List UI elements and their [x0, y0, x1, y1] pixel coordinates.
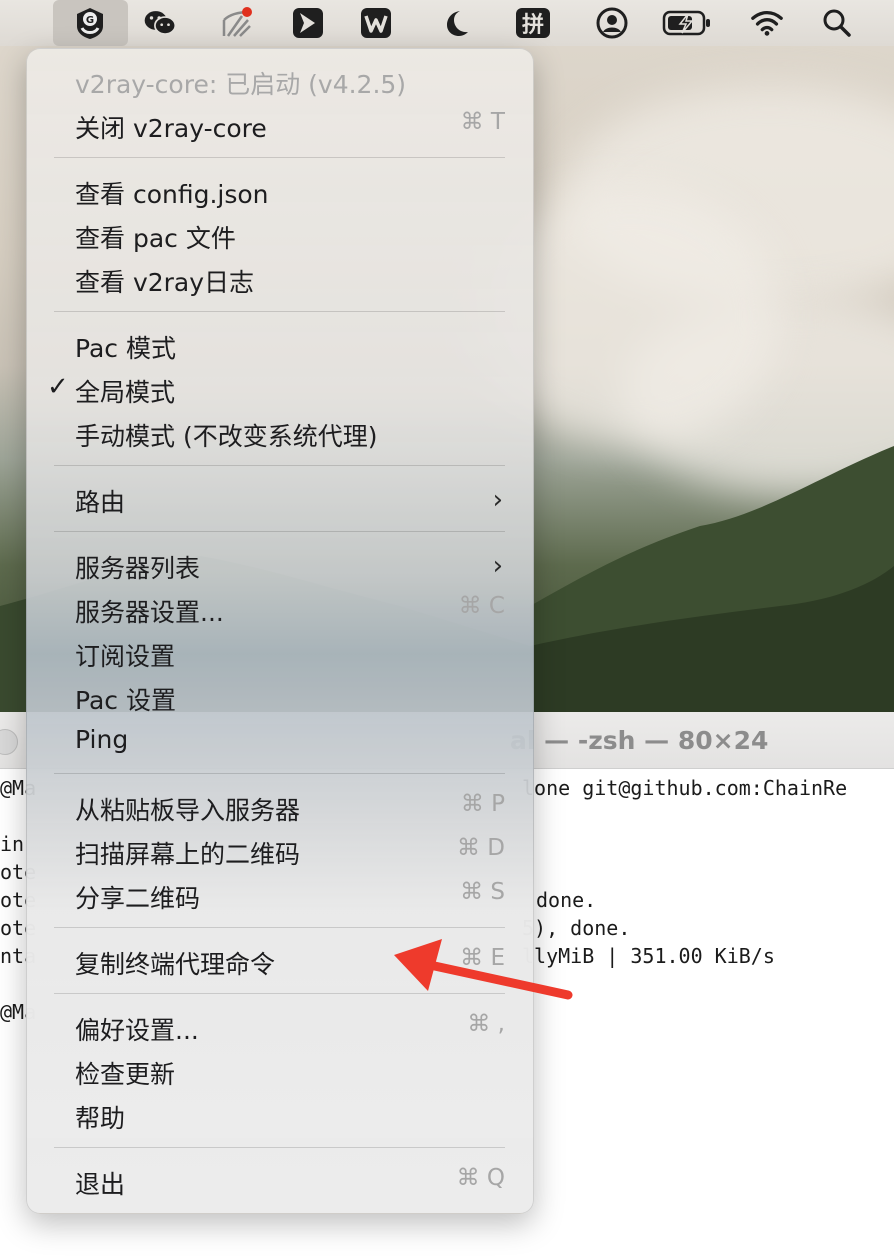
- v2rayu-status-menu: v2ray-core: 已启动 (v4.2.5) 关闭 v2ray-core ⌘…: [26, 48, 534, 1214]
- menu-item-label: 服务器列表: [75, 554, 201, 583]
- menu-item-label: 复制终端代理命令: [75, 950, 276, 979]
- menu-item-ping[interactable]: Ping: [27, 721, 533, 765]
- menu-item-label: 服务器设置...: [75, 598, 224, 627]
- menu-item-label: Pac 模式: [75, 334, 176, 363]
- menu-item-label: 手动模式 (不改变系统代理): [75, 422, 378, 451]
- menu-item-label: 从粘贴板导入服务器: [75, 796, 301, 825]
- menu-shortcut: ⌘ ,: [467, 1011, 505, 1037]
- search-icon[interactable]: [820, 6, 854, 40]
- network-icon[interactable]: [220, 6, 254, 40]
- menu-item-label: 扫描屏幕上的二维码: [75, 840, 301, 869]
- menu-bar: G 拼: [0, 0, 894, 46]
- v2rayu-icon[interactable]: G: [73, 6, 107, 40]
- menu-item-check-updates[interactable]: 检查更新: [27, 1051, 533, 1095]
- menu-separator: [54, 773, 505, 774]
- moon-icon[interactable]: [438, 6, 472, 40]
- menu-item-label: 订阅设置: [75, 642, 176, 671]
- menu-item-routing[interactable]: 路由 ›: [27, 479, 533, 523]
- menu-shortcut: ⌘ Q: [456, 1165, 505, 1191]
- menu-item-label: 分享二维码: [75, 884, 201, 913]
- menu-item-label: 检查更新: [75, 1060, 176, 1089]
- menu-item-view-pac[interactable]: 查看 pac 文件: [27, 215, 533, 259]
- annotation-arrow-icon: [394, 939, 573, 1000]
- chevron-right-icon: ›: [492, 485, 503, 515]
- menu-item-label: Ping: [75, 725, 129, 754]
- menu-item-help[interactable]: 帮助: [27, 1095, 533, 1139]
- menu-item-global-mode[interactable]: ✓ 全局模式: [27, 369, 533, 413]
- menu-shortcut: ⌘ T: [460, 109, 505, 135]
- checkmark-icon: ✓: [47, 372, 69, 402]
- menu-separator: [54, 311, 505, 312]
- menu-separator: [54, 1147, 505, 1148]
- menu-shortcut: ⌘ C: [458, 593, 505, 619]
- wechat-icon[interactable]: [143, 6, 177, 40]
- feishu-icon[interactable]: [291, 6, 325, 40]
- user-icon[interactable]: [595, 6, 629, 40]
- menu-shortcut: ⌘ P: [460, 791, 505, 817]
- menu-item-import-from-clipboard[interactable]: 从粘贴板导入服务器 ⌘ P: [27, 787, 533, 831]
- menu-item-quit[interactable]: 退出 ⌘ Q: [27, 1161, 533, 1205]
- svg-text:G: G: [86, 15, 94, 26]
- chevron-right-icon: ›: [492, 551, 503, 581]
- menu-item-label: 查看 config.json: [75, 180, 269, 209]
- input-method-icon[interactable]: 拼: [516, 6, 550, 40]
- menu-separator: [54, 927, 505, 928]
- menu-item-label: 关闭 v2ray-core: [75, 114, 267, 143]
- terminal-line: in: [0, 832, 25, 856]
- menu-item-label: 查看 v2ray日志: [75, 268, 255, 297]
- terminal-line: done.: [536, 888, 597, 912]
- window-close-button[interactable]: [0, 729, 18, 755]
- menu-item-label: 偏好设置...: [75, 1016, 199, 1045]
- terminal-title: al — -zsh — 80×24: [510, 726, 769, 755]
- menu-shortcut: ⌘ S: [460, 879, 505, 905]
- menu-item-subscription-settings[interactable]: 订阅设置: [27, 633, 533, 677]
- menu-separator: [54, 465, 505, 466]
- wifi-icon[interactable]: [750, 6, 784, 40]
- menu-item-scan-qr[interactable]: 扫描屏幕上的二维码 ⌘ D: [27, 831, 533, 875]
- wps-icon[interactable]: [359, 6, 393, 40]
- menu-item-label: 帮助: [75, 1104, 126, 1133]
- input-method-label: 拼: [516, 8, 550, 38]
- menu-item-label: 全局模式: [75, 378, 176, 407]
- menu-item-pac-mode[interactable]: Pac 模式: [27, 325, 533, 369]
- menu-item-preferences[interactable]: 偏好设置... ⌘ ,: [27, 1007, 533, 1051]
- menu-item-view-log[interactable]: 查看 v2ray日志: [27, 259, 533, 303]
- battery-icon[interactable]: [662, 6, 712, 40]
- menu-item-label: 路由: [75, 488, 126, 517]
- menu-item-label: Pac 设置: [75, 686, 176, 715]
- menu-separator: [54, 531, 505, 532]
- menu-item-server-list[interactable]: 服务器列表 ›: [27, 545, 533, 589]
- menu-item-pac-settings[interactable]: Pac 设置: [27, 677, 533, 721]
- menu-item-server-settings[interactable]: 服务器设置... ⌘ C: [27, 589, 533, 633]
- menu-item-stop-v2ray[interactable]: 关闭 v2ray-core ⌘ T: [27, 105, 533, 149]
- menu-item-manual-mode[interactable]: 手动模式 (不改变系统代理): [27, 413, 533, 457]
- menu-item-view-config[interactable]: 查看 config.json: [27, 171, 533, 215]
- menu-item-label: 退出: [75, 1170, 126, 1199]
- menu-status-item: v2ray-core: 已启动 (v4.2.5): [27, 61, 533, 105]
- menu-separator: [54, 157, 505, 158]
- menu-status-label: v2ray-core: 已启动 (v4.2.5): [75, 70, 407, 99]
- menu-shortcut: ⌘ D: [456, 835, 505, 861]
- menu-item-share-qr[interactable]: 分享二维码 ⌘ S: [27, 875, 533, 919]
- terminal-line: lone git@github.com:ChainRe: [522, 776, 848, 800]
- menu-item-label: 查看 pac 文件: [75, 224, 236, 253]
